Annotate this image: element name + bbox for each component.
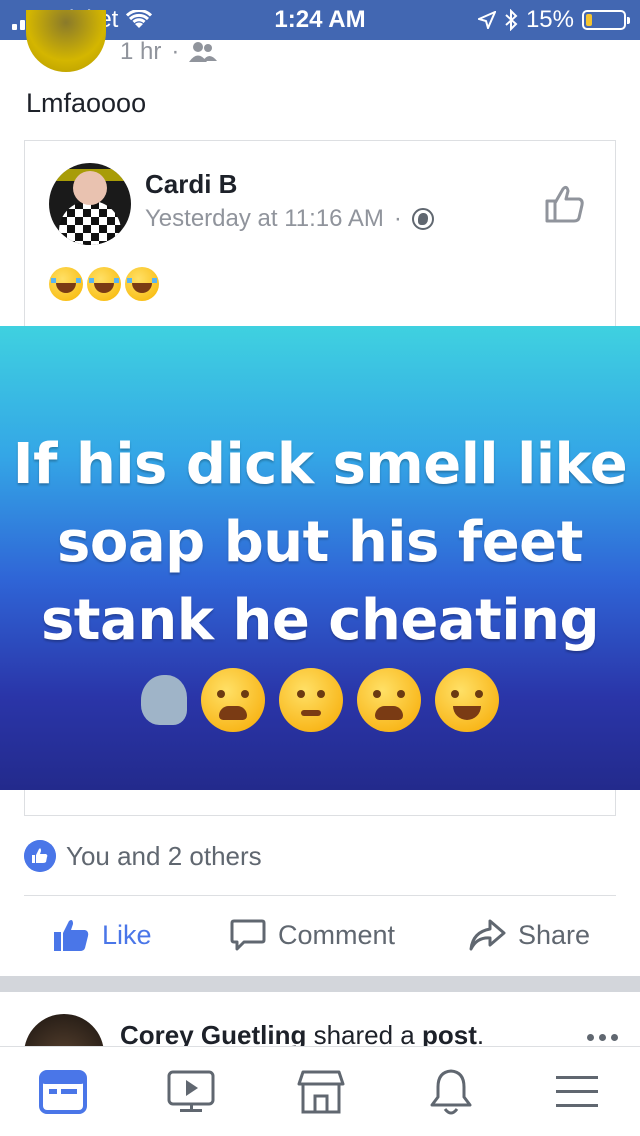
- like-page-icon[interactable]: [543, 181, 587, 225]
- share-arrow-icon: [469, 919, 506, 951]
- like-label: Like: [102, 919, 152, 950]
- notifications-icon[interactable]: [426, 1067, 476, 1117]
- laughing-tears-icon: [125, 267, 159, 301]
- bluetooth-icon: [505, 9, 518, 31]
- shared-post-time[interactable]: Yesterday at 11:16 AM: [145, 205, 384, 233]
- shared-author-name[interactable]: Cardi B: [145, 169, 237, 200]
- battery-percent: 15%: [525, 6, 574, 33]
- thinking-face-icon: [279, 668, 343, 732]
- caption-emojis: [49, 267, 159, 301]
- image-text: If his dick smell like soap but his feet…: [0, 426, 640, 660]
- divider: [24, 895, 616, 896]
- location-arrow-icon: [477, 11, 496, 29]
- shared-author-avatar[interactable]: [49, 163, 131, 245]
- image-text-line: If his dick smell like: [12, 432, 628, 497]
- watch-icon[interactable]: [166, 1067, 216, 1117]
- share-label: Share: [518, 919, 591, 950]
- laughing-tears-icon: [87, 267, 121, 301]
- menu-icon[interactable]: [552, 1067, 602, 1117]
- like-reaction-icon: [24, 840, 56, 872]
- feed-separator: [0, 976, 640, 992]
- tired-face-icon: [357, 668, 421, 732]
- like-button[interactable]: Like: [52, 918, 152, 952]
- shared-image[interactable]: If his dick smell like soap but his feet…: [0, 326, 640, 790]
- comment-icon: [230, 919, 266, 951]
- marketplace-icon[interactable]: [296, 1067, 346, 1117]
- friends-icon: [189, 42, 218, 62]
- post-time[interactable]: 1 hr: [120, 38, 161, 66]
- thumbs-up-icon: [54, 920, 89, 951]
- share-button[interactable]: Share: [468, 918, 590, 952]
- laughing-tears-icon: [49, 267, 83, 301]
- news-feed-icon[interactable]: [38, 1067, 88, 1117]
- meta-separator: ·: [171, 38, 180, 65]
- globe-icon: [411, 208, 434, 230]
- meta-separator: ·: [393, 205, 402, 232]
- post-text: Lmfaoooo: [26, 88, 147, 118]
- comment-label: Comment: [278, 919, 396, 950]
- more-options-icon[interactable]: [587, 1034, 618, 1041]
- comment-button[interactable]: Comment: [230, 918, 395, 952]
- image-text-line: stank he cheating: [40, 588, 600, 653]
- poster-avatar[interactable]: [26, 10, 106, 72]
- reaction-summary[interactable]: You and 2 others: [24, 840, 262, 872]
- shared-post-meta: Yesterday at 11:16 AM ·: [145, 205, 434, 233]
- post-actions: Like Comment Share: [0, 910, 640, 966]
- weary-face-icon: [201, 668, 265, 732]
- image-emojis: [0, 668, 640, 732]
- post-meta: 1 hr ·: [120, 38, 218, 66]
- image-text-line: soap but his feet: [57, 510, 583, 575]
- speaking-head-icon: [141, 675, 187, 725]
- laughing-tears-icon: [435, 668, 499, 732]
- reaction-summary-text: You and 2 others: [66, 840, 262, 871]
- bottom-nav: [0, 1046, 640, 1136]
- battery-icon: [582, 10, 630, 30]
